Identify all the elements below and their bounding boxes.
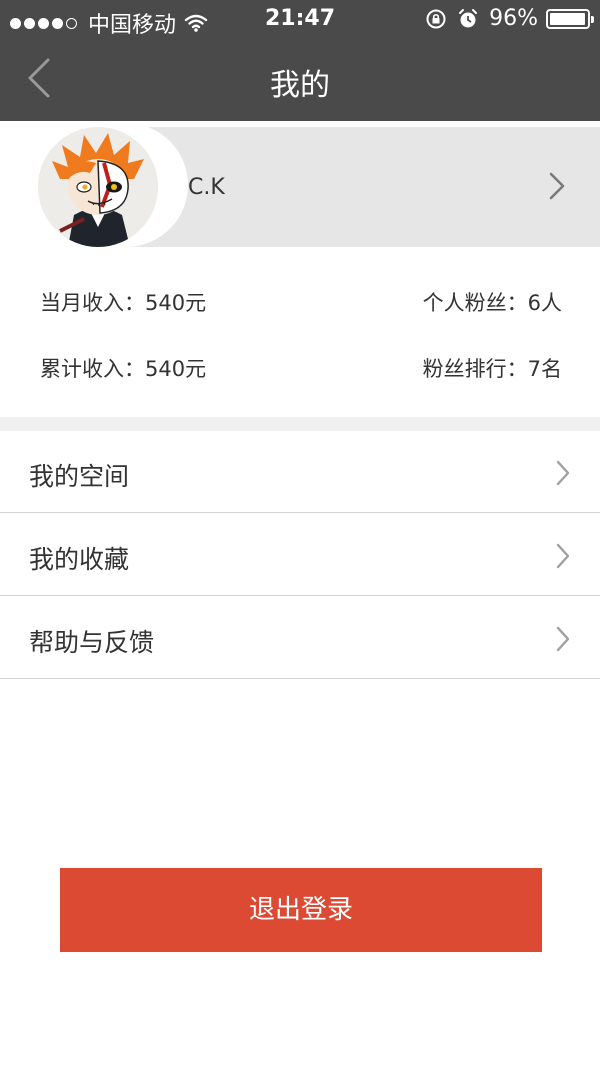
fans-count: 个人粉丝：6人	[422, 291, 562, 315]
avatar[interactable]	[38, 127, 158, 247]
rotation-lock-icon	[426, 9, 446, 28]
status-bar: 中国移动 21:47 96%	[0, 0, 600, 40]
alarm-icon	[459, 8, 478, 27]
page-title: 我的	[270, 68, 330, 103]
menu-item-my-favorites[interactable]: 我的收藏	[0, 514, 600, 596]
status-right: 96%	[425, 6, 594, 31]
chevron-right-icon	[556, 626, 570, 652]
battery-icon	[546, 8, 594, 29]
menu-item-label: 帮助与反馈	[29, 628, 155, 657]
total-income: 累计收入：540元	[40, 357, 207, 381]
menu-item-label: 我的收藏	[29, 545, 130, 574]
chevron-right-icon	[556, 543, 570, 569]
fans-rank: 粉丝排行：7名	[422, 357, 562, 381]
menu-item-help-feedback[interactable]: 帮助与反馈	[0, 597, 600, 679]
chevron-right-icon	[549, 172, 565, 200]
menu-item-label: 我的空间	[29, 462, 130, 491]
stats-panel: 当月收入：540元 个人粉丝：6人 累计收入：540元 粉丝排行：7名	[0, 249, 600, 417]
avatar-character-icon	[38, 127, 158, 247]
battery-percent: 96%	[489, 6, 538, 31]
section-divider	[0, 417, 600, 431]
nav-bar: 我的	[0, 40, 600, 121]
logout-button[interactable]: 退出登录	[60, 868, 542, 952]
chevron-right-icon	[556, 460, 570, 486]
menu-item-my-space[interactable]: 我的空间	[0, 431, 600, 513]
profile-row[interactable]: C.K	[0, 121, 600, 249]
profile-name: C.K	[188, 175, 225, 200]
monthly-income: 当月收入：540元	[40, 291, 207, 315]
